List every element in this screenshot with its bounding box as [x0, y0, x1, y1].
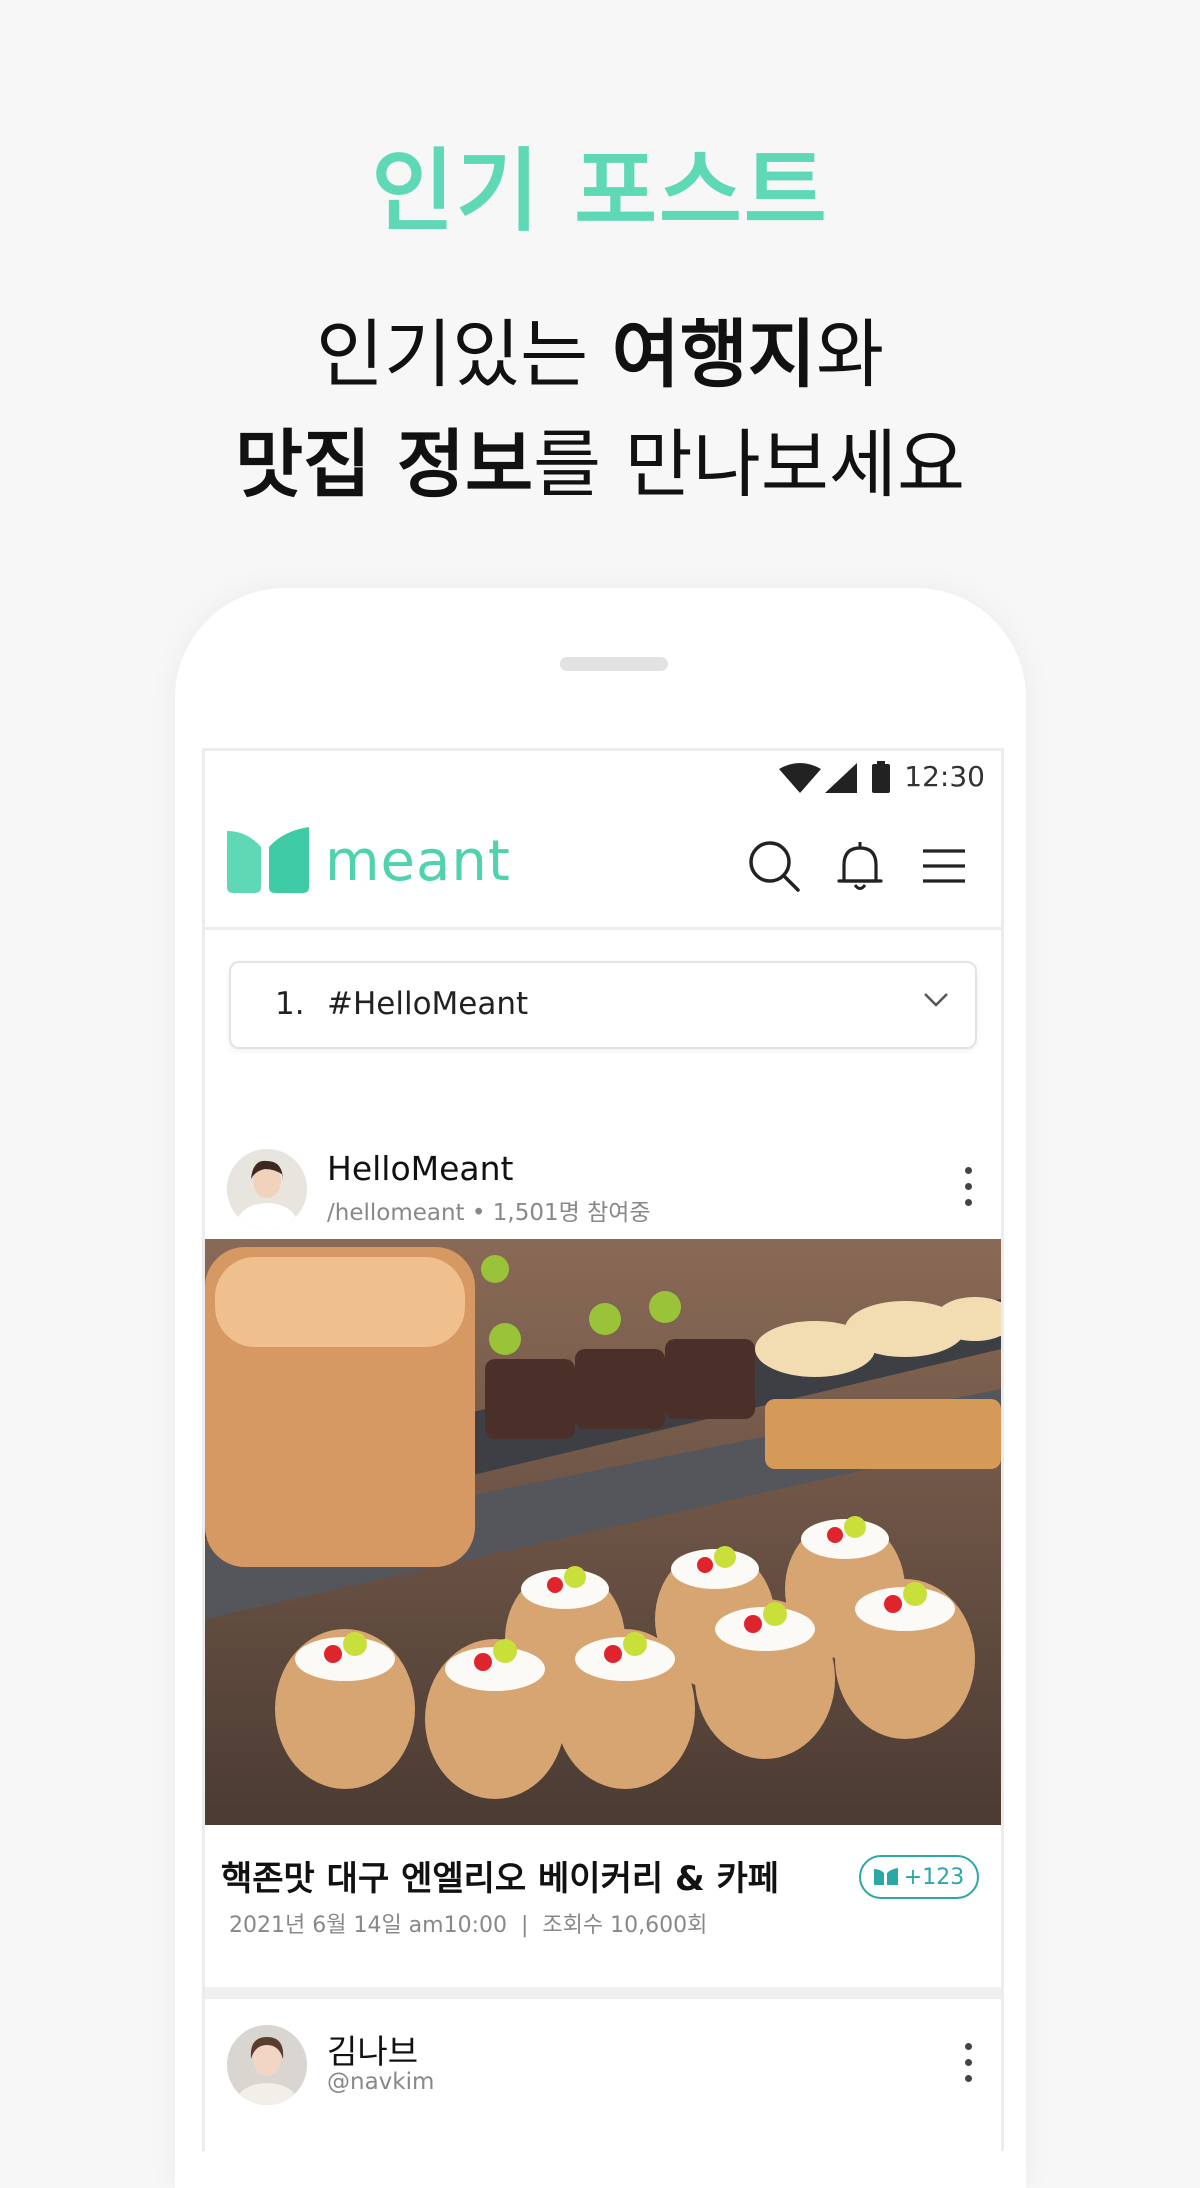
avatar[interactable]	[227, 1149, 307, 1229]
post-divider	[205, 1987, 1001, 1999]
post-image[interactable]	[205, 1239, 1001, 1825]
post-header-2: 김나브 @navkim	[205, 2013, 1001, 2113]
avatar[interactable]	[227, 2025, 307, 2105]
promo-subline-2: 맛집 정보를 만나보세요	[234, 422, 966, 508]
meant-badge-icon	[873, 1868, 898, 1885]
post-header: HelloMeant /hellomeant • 1,501명 참여중	[205, 1137, 1001, 1237]
more-options-icon[interactable]	[961, 2043, 975, 2087]
search-icon[interactable]	[747, 839, 801, 893]
app-header: meant	[205, 801, 1001, 930]
bookmark-count-badge[interactable]: +123	[859, 1855, 979, 1899]
dropdown-hashtag: #HelloMeant	[327, 986, 529, 1022]
battery-icon	[872, 761, 890, 793]
bell-icon[interactable]	[833, 839, 887, 893]
dropdown-rank: 1.	[275, 986, 305, 1022]
post-title[interactable]: 핵존맛 대구 엔엘리오 베이커리 & 카페	[221, 1851, 779, 1900]
badge-count: +123	[903, 1864, 965, 1890]
post-author-name[interactable]: HelloMeant	[327, 1149, 514, 1188]
post-author-name[interactable]: 김나브	[327, 2025, 418, 2073]
promo-headline: 인기 포스트	[371, 139, 829, 244]
post-author-meta: /hellomeant • 1,501명 참여중	[327, 1200, 651, 1226]
app-logo-text[interactable]: meant	[325, 829, 511, 894]
chevron-down-icon	[924, 993, 948, 1007]
wifi-icon	[779, 763, 821, 793]
app-screen: 12:30 meant 1. #HelloMeant HelloMeant /h…	[202, 748, 1004, 2151]
post-author-handle: @navkim	[327, 2069, 435, 2095]
promo-subline-1: 인기있는 여행지와	[315, 312, 885, 398]
signal-icon	[825, 763, 857, 793]
more-options-icon[interactable]	[961, 1167, 975, 1211]
meant-logo-icon	[227, 827, 309, 893]
status-bar: 12:30	[205, 751, 1001, 801]
menu-icon[interactable]	[917, 839, 971, 893]
post-date-views: 2021년 6월 14일 am10:00 | 조회수 10,600회	[229, 1913, 708, 1938]
hashtag-ranking-dropdown[interactable]: 1. #HelloMeant	[229, 961, 977, 1049]
phone-speaker	[560, 657, 668, 671]
status-time: 12:30	[904, 760, 985, 793]
